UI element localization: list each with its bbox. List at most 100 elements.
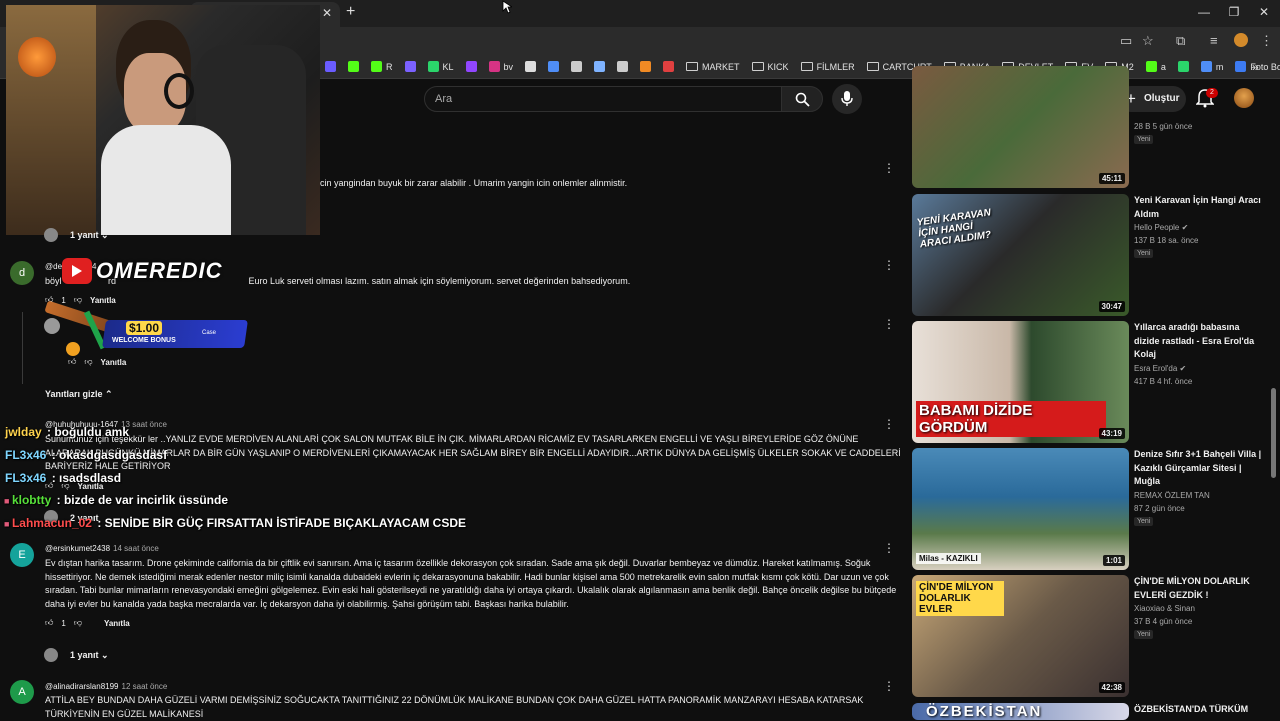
chat-text: : boğuldu amk	[43, 425, 130, 439]
video-channel[interactable]: Xiaoxiao & Sinan	[1134, 604, 1195, 613]
video-title[interactable]: ÇİN'DE MİLYON DOLARLIK EVLERİ GEZDİK !	[1134, 575, 1262, 602]
video-meta: 28 B 5 gün önce	[1134, 122, 1193, 131]
youtube-logo-icon	[62, 258, 92, 284]
bookmark-favicon-icon	[640, 61, 652, 72]
video-thumbnail[interactable]: YENİ KARAVAN İÇİN HANGİ ARACI ALDIM? 30:4…	[912, 194, 1129, 316]
bookmark-2[interactable]: R	[368, 61, 396, 72]
bookmark-9[interactable]	[568, 61, 585, 72]
bookmark-4[interactable]: KL	[425, 61, 457, 72]
replies-toggle[interactable]: 1 yanıt ⌄	[70, 650, 109, 661]
video-meta: 417 B 4 hf. önce	[1134, 376, 1193, 386]
new-badge: Yeni	[1134, 249, 1154, 258]
bookmark-label: a	[1160, 61, 1166, 72]
video-title[interactable]: Yıllarca aradığı babasına dizide rastlad…	[1134, 321, 1262, 362]
search-button[interactable]	[781, 86, 823, 112]
reply-button[interactable]: Yanıtla	[101, 358, 127, 367]
lamp	[18, 37, 56, 77]
video-title[interactable]: Yeni Karavan İçin Hangi Aracı Aldım	[1134, 194, 1262, 221]
bookmark-6[interactable]: bv	[486, 61, 517, 72]
bookmark-0[interactable]	[322, 61, 339, 72]
bookmark-10[interactable]	[591, 61, 608, 72]
bookmark-folder-0[interactable]: MARKET	[683, 62, 743, 72]
ad-brand: Case	[202, 330, 217, 336]
sponsor-ad-overlay: $1.00 WELCOME BONUS Case	[44, 300, 249, 356]
bookmark-extra-2[interactable]: m	[1198, 61, 1227, 72]
hide-replies-toggle[interactable]: Yanıtları gizle ⌃	[45, 389, 113, 400]
bookmark-3[interactable]	[402, 61, 419, 72]
comment-author[interactable]: @de	[45, 262, 62, 271]
video-title[interactable]: Denize Sıfır 3+1 Bahçeli Villa | Kazıklı…	[1134, 448, 1262, 489]
extensions-icon[interactable]: ⧉	[1176, 33, 1185, 49]
video-thumbnail[interactable]: Milas - KAZIKLI 1:01	[912, 448, 1129, 570]
video-meta: 87 2 gün önce	[1134, 503, 1185, 513]
restore-icon[interactable]: ❐	[1224, 5, 1244, 19]
video-thumbnail[interactable]: BABAMI DİZİDE GÖRDÜM 43:19	[912, 321, 1129, 443]
video-duration: 43:19	[1098, 428, 1125, 439]
bookmark-favicon-icon	[571, 61, 583, 72]
comment-menu-icon[interactable]: ⋮	[883, 258, 895, 272]
bookmark-folder-1[interactable]: KICK	[749, 62, 792, 72]
replies-toggle[interactable]: 1 yanıt ⌄	[70, 230, 109, 241]
star-icon[interactable]: ☆	[1142, 33, 1154, 49]
comment-menu-icon[interactable]: ⋮	[883, 317, 895, 331]
bookmark-extra-0[interactable]: a	[1143, 61, 1169, 72]
comment-menu-icon[interactable]: ⋮	[883, 679, 895, 693]
bookmark-11[interactable]	[614, 61, 631, 72]
close-tab-icon[interactable]: ✕	[322, 6, 332, 20]
reply-button[interactable]: Yanıtla	[104, 619, 130, 628]
dislike-icon[interactable]: 👎︎	[84, 357, 92, 367]
bookmark-favicon-icon	[1177, 61, 1189, 72]
bookmark-8[interactable]	[545, 61, 562, 72]
profile-icon[interactable]	[1234, 33, 1248, 47]
bookmark-13[interactable]	[660, 61, 677, 72]
video-title[interactable]: ÖZBEKİSTAN'DA TÜRKÜM	[1134, 703, 1262, 717]
minimize-icon[interactable]: —	[1194, 5, 1214, 19]
bookmark-folder-2[interactable]: FİLMLER	[798, 62, 858, 72]
comment-text: cin yangindan buyuk bir zarar alabilir .…	[320, 178, 628, 188]
bookmark-1[interactable]	[345, 61, 362, 72]
reply-button[interactable]: Yanıtla	[90, 296, 116, 305]
media-icon[interactable]: ≡	[1210, 33, 1218, 48]
video-channel[interactable]: REMAX ÖZLEM TAN	[1134, 491, 1210, 500]
scrollbar[interactable]	[1271, 388, 1276, 478]
comment-menu-icon[interactable]: ⋮	[883, 541, 895, 555]
like-icon[interactable]: 👍︎	[68, 357, 76, 367]
bookmark-favicon-icon	[594, 61, 606, 72]
bookmark-extra-1[interactable]	[1175, 61, 1192, 72]
thumbnail-text: BABAMI DİZİDE GÖRDÜM	[916, 401, 1106, 437]
new-badge: Yeni	[1134, 516, 1154, 526]
menu-kebab-icon[interactable]: ⋮	[1260, 33, 1273, 49]
video-channel[interactable]: Hello People ✔	[1134, 223, 1188, 232]
bookmark-5[interactable]	[463, 61, 480, 72]
cast-icon[interactable]: ▭	[1120, 33, 1132, 49]
bookmark-folder-label: KICK	[767, 61, 789, 72]
video-duration: 30:47	[1098, 301, 1125, 312]
bookmark-12[interactable]	[637, 61, 654, 72]
dislike-icon[interactable]: 👎︎	[74, 295, 82, 305]
video-thumbnail[interactable]: 45:11	[912, 66, 1129, 188]
video-channel[interactable]: Esra Erol'da ✔	[1134, 364, 1186, 373]
new-tab-button[interactable]: +	[346, 3, 355, 21]
comment-menu-icon[interactable]: ⋮	[883, 417, 895, 431]
chat-username: klobtty	[11, 493, 52, 507]
voice-search-button[interactable]	[832, 84, 862, 114]
video-thumbnail[interactable]: ÇİN'DE MİLYON DOLARLIK EVLER 42:38	[912, 575, 1129, 697]
chat-text: : bizde de var incirlik üssünde	[53, 493, 228, 507]
comment-menu-icon[interactable]: ⋮	[883, 161, 895, 175]
like-icon[interactable]: 👍︎	[45, 618, 53, 628]
bookmarks-overflow-button[interactable]: »	[1252, 60, 1259, 74]
comment-avatar: A	[10, 680, 34, 704]
video-meta: 37 B 4 gün önce	[1134, 617, 1193, 626]
search-input[interactable]: Ara	[424, 86, 782, 112]
folder-icon	[751, 62, 764, 71]
close-window-icon[interactable]: ✕	[1254, 5, 1274, 19]
like-count: 1	[61, 618, 66, 628]
bookmark-favicon-icon	[348, 61, 359, 72]
video-thumbnail[interactable]: ÖZBEKİSTAN	[912, 703, 1129, 720]
comment-author[interactable]: @alinadirarslan8199 12 saat önce	[45, 682, 167, 691]
chat-text: : SENİDE BİR GÜÇ FIRSATTAN İSTİFADE BIÇA…	[93, 516, 467, 530]
comment-author[interactable]: @ersinkumet2438 14 saat önce	[45, 544, 159, 553]
dislike-icon[interactable]: 👎︎	[74, 618, 82, 628]
account-avatar[interactable]	[1234, 88, 1254, 108]
bookmark-7[interactable]	[522, 61, 539, 72]
